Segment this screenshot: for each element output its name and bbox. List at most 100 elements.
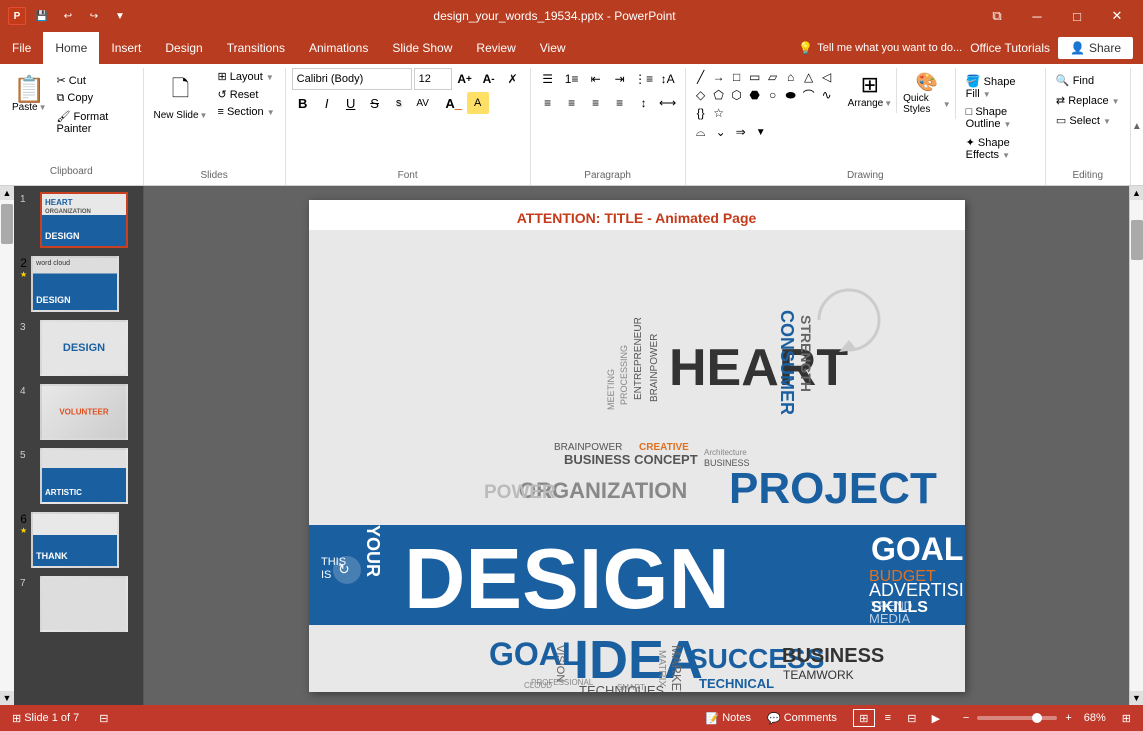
scroll-right-up-btn[interactable]: ▲ — [1130, 186, 1143, 200]
slide-thumb-4[interactable]: 4 VOLUNTEER — [18, 382, 139, 442]
align-center-btn[interactable]: ≡ — [561, 92, 583, 114]
slide-image-2[interactable]: DESIGN word cloud — [31, 256, 119, 312]
scroll-thumb[interactable] — [1, 204, 13, 244]
justify-btn[interactable]: ≡ — [609, 92, 631, 114]
shape-chevron[interactable]: ⌄ — [712, 123, 730, 141]
scroll-up-btn[interactable]: ▲ — [0, 186, 14, 200]
save-quick-btn[interactable]: 💾 — [32, 6, 52, 26]
zoom-slider[interactable] — [977, 716, 1057, 720]
slide-image-6[interactable]: THANK — [31, 512, 119, 568]
menu-insert[interactable]: Insert — [99, 32, 153, 64]
notes-button[interactable]: 📝 Notes — [702, 710, 755, 727]
decrease-indent-btn[interactable]: ⇤ — [585, 68, 607, 90]
zoom-out-btn[interactable]: − — [959, 710, 973, 726]
shape-triangle[interactable]: △ — [800, 68, 818, 86]
ribbon-collapse-btn[interactable]: ▲ — [1131, 68, 1143, 185]
shape-star[interactable]: ☆ — [710, 104, 728, 122]
customize-quick-btn[interactable]: ▼ — [110, 6, 130, 26]
slide-canvas[interactable]: ATTENTION: TITLE - Animated Page MEETING… — [309, 200, 965, 692]
shape-line[interactable]: ╱ — [692, 68, 710, 86]
text-dir-btn[interactable]: ↕A — [657, 68, 679, 90]
increase-indent-btn[interactable]: ⇥ — [609, 68, 631, 90]
font-color-btn[interactable]: A_ — [443, 92, 465, 114]
menu-file[interactable]: File — [0, 32, 43, 64]
slide-image-5[interactable]: ARTISTIC — [40, 448, 128, 504]
font-name-input[interactable]: Calibri (Body) — [292, 68, 412, 90]
slide-image-7[interactable] — [40, 576, 128, 632]
scroll-right-down-btn[interactable]: ▼ — [1130, 691, 1143, 705]
menu-view[interactable]: View — [528, 32, 578, 64]
shape-parallelogram[interactable]: ▱ — [764, 68, 782, 86]
maximize-btn[interactable]: □ — [1059, 0, 1095, 32]
slide-count-btn[interactable]: ⊞ Slide 1 of 7 — [8, 710, 83, 727]
redo-quick-btn[interactable]: ↪ — [84, 6, 104, 26]
menu-review[interactable]: Review — [464, 32, 527, 64]
shape-fill-btn[interactable]: 🪣 Shape Fill ▼ — [962, 72, 1035, 102]
menu-animations[interactable]: Animations — [297, 32, 380, 64]
char-spacing-btn[interactable]: AV — [412, 92, 434, 114]
fit-slide-btn[interactable]: ⊞ — [1118, 710, 1135, 727]
restore-btn[interactable]: ⧉ — [979, 0, 1015, 32]
shape-more[interactable]: ▼ — [752, 123, 770, 141]
slide-image-4[interactable]: VOLUNTEER — [40, 384, 128, 440]
slide-thumb-6[interactable]: 6 ★ THANK — [18, 510, 139, 570]
office-tutorials-link[interactable]: Office Tutorials — [970, 41, 1050, 55]
menu-home[interactable]: Home — [43, 32, 99, 64]
clear-format-btn[interactable]: ✗ — [502, 68, 524, 90]
smart-art-btn[interactable]: ⟷ — [657, 92, 679, 114]
font-size-input[interactable]: 12 — [414, 68, 452, 90]
shape-bracket[interactable]: {} — [692, 104, 710, 122]
scroll-right-thumb[interactable] — [1131, 220, 1143, 260]
shape-diamond[interactable]: ◇ — [692, 86, 710, 104]
shape-outline-btn[interactable]: □ Shape Outline ▼ — [962, 104, 1035, 132]
menu-transitions[interactable]: Transitions — [215, 32, 297, 64]
slide-thumb-1[interactable]: 1 DESIGN HEART ORGANIZATION — [18, 190, 139, 250]
quick-styles-button[interactable]: 🎨 Quick Styles ▼ — [899, 68, 955, 119]
shape-curve[interactable]: ⌒ — [800, 86, 818, 104]
align-right-btn[interactable]: ≡ — [585, 92, 607, 114]
slide-image-1[interactable]: DESIGN HEART ORGANIZATION — [40, 192, 128, 248]
find-button[interactable]: 🔍 Find — [1052, 72, 1098, 89]
zoom-thumb[interactable] — [1032, 713, 1042, 723]
shape-pentagon[interactable]: ⬠ — [710, 86, 728, 104]
increase-font-btn[interactable]: A+ — [454, 68, 476, 90]
slide-image-3[interactable]: DESIGN — [40, 320, 128, 376]
zoom-level[interactable]: 68% — [1080, 710, 1110, 726]
shape-freeform[interactable]: ∿ — [818, 86, 836, 104]
scroll-down-btn[interactable]: ▼ — [0, 691, 14, 705]
shape-circle[interactable]: ○ — [764, 86, 782, 104]
view-slide-sorter-btn[interactable]: ≡ — [877, 709, 899, 727]
new-slide-button[interactable]: 🗋 New Slide ▼ — [150, 68, 212, 125]
underline-btn[interactable]: U — [340, 92, 362, 114]
paste-button[interactable]: 📋 Paste ▼ — [8, 72, 51, 163]
view-reading-btn[interactable]: ⊟ — [901, 709, 923, 727]
view-slideshow-btn[interactable]: ▶ — [925, 709, 947, 727]
format-painter-button[interactable]: 🖌 Format Painter — [53, 108, 135, 137]
slide-thumb-3[interactable]: 3 DESIGN — [18, 318, 139, 378]
italic-btn[interactable]: I — [316, 92, 338, 114]
shape-octagon[interactable]: ⬣ — [746, 86, 764, 104]
shape-arrow-r[interactable]: ⇒ — [732, 123, 750, 141]
replace-button[interactable]: ⇄ Replace ▼ — [1052, 92, 1124, 109]
shape-rtriangle[interactable]: ◁ — [818, 68, 836, 86]
align-left-btn[interactable]: ≡ — [537, 92, 559, 114]
bullets-btn[interactable]: ☰ — [537, 68, 559, 90]
slide-thumb-2[interactable]: 2 ★ DESIGN word cloud — [18, 254, 139, 314]
section-button[interactable]: ≡ Section ▼ — [213, 104, 278, 120]
select-button[interactable]: ▭ Select ▼ — [1052, 112, 1115, 129]
shadow-btn[interactable]: s — [388, 92, 410, 114]
bold-btn[interactable]: B — [292, 92, 314, 114]
menu-slideshow[interactable]: Slide Show — [380, 32, 464, 64]
paste-dropdown-arrow[interactable]: ▼ — [39, 103, 47, 112]
char-highlight-btn[interactable]: A — [467, 92, 489, 114]
shape-arc[interactable]: ⌓ — [692, 123, 710, 141]
line-spacing-btn[interactable]: ↕ — [633, 92, 655, 114]
view-normal-btn[interactable]: ⊞ — [853, 709, 875, 727]
copy-button[interactable]: ⧉ Copy — [53, 90, 135, 107]
slide-thumb-5[interactable]: 5 ARTISTIC — [18, 446, 139, 506]
close-btn[interactable]: ✕ — [1099, 0, 1135, 32]
shape-arrow-line[interactable]: → — [710, 68, 728, 86]
shape-effects-btn[interactable]: ✦ Shape Effects ▼ — [962, 134, 1035, 163]
shape-ellipse[interactable]: ⬬ — [782, 86, 800, 104]
decrease-font-btn[interactable]: A- — [478, 68, 500, 90]
